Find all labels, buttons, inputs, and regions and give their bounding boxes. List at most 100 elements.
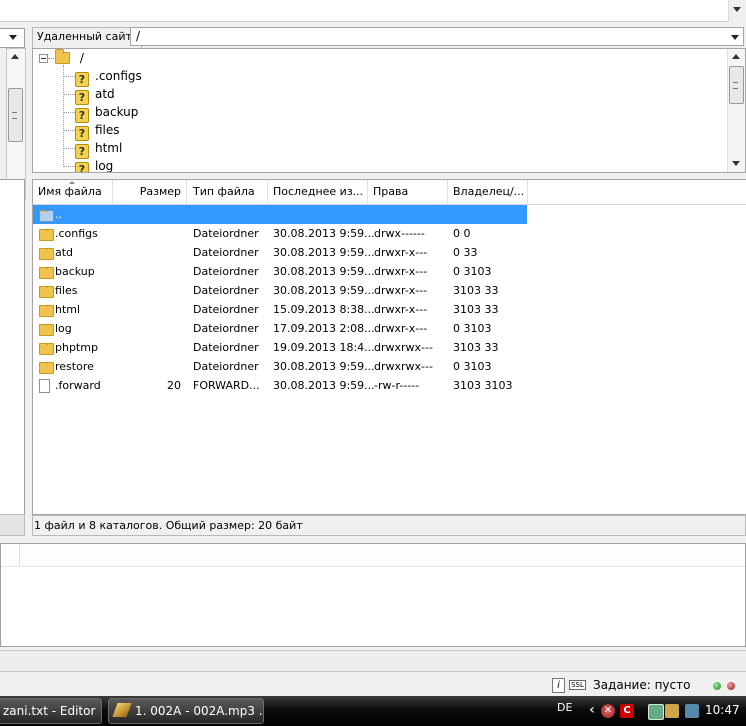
queue-header: [1, 544, 745, 567]
folder-icon: [39, 324, 54, 336]
tray-network-icon[interactable]: [648, 704, 664, 720]
table-row[interactable]: phptmp Dateiordner 19.09.2013 18:4... drwxr…: [33, 338, 527, 357]
tree-item-atd[interactable]: ? atd: [75, 85, 115, 105]
tree-scrollbar[interactable]: [727, 49, 745, 172]
tree-item-label: atd: [95, 87, 115, 101]
tray-antivirus-icon[interactable]: C: [620, 704, 634, 718]
column-header-size[interactable]: Размер: [113, 180, 187, 204]
cell-modified: 30.08.2013 9:59...: [273, 265, 375, 278]
tree-root-label: /: [79, 51, 84, 65]
cell-owner: 0 33: [453, 246, 478, 259]
taskbar-button-mp3[interactable]: 1. 002A - 002A.mp3 ...: [108, 698, 264, 724]
tree-item-configs[interactable]: ? .configs: [75, 67, 142, 87]
tree-scroll-up[interactable]: [728, 49, 744, 65]
column-header-owner[interactable]: Владелец/...: [448, 180, 528, 204]
taskbar-button-label: 1. 002A - 002A.mp3 ...: [135, 704, 264, 718]
column-header-label: Последнее из...: [273, 185, 364, 198]
remote-site-bar: Удаленный сайт: /: [32, 26, 746, 50]
cell-modified: 30.08.2013 9:59...: [273, 379, 375, 392]
cell-perms: drwxrwx---: [374, 341, 433, 354]
local-status-line: [0, 514, 25, 536]
cell-owner: 0 3103: [453, 322, 492, 335]
cell-name: files: [55, 284, 78, 297]
remote-directory-tree[interactable]: / ? .configs ? atd ? backup ? files ? html ? l…: [32, 48, 746, 173]
local-site-dropdown[interactable]: [0, 28, 25, 48]
app-status-bar: i SSL Задание: пусто: [0, 674, 746, 696]
tree-scroll-down[interactable]: [728, 156, 744, 172]
recv-led-icon: [713, 682, 721, 690]
cell-owner: 3103 3103: [453, 379, 513, 392]
folder-icon: [39, 229, 54, 241]
table-row[interactable]: files Dateiordner 30.08.2013 9:59... drwxr-…: [33, 281, 527, 300]
transfer-queue[interactable]: [0, 543, 746, 647]
cell-owner: 3103 33: [453, 284, 499, 297]
cell-type: Dateiordner: [193, 265, 259, 278]
tree-scroll-thumb[interactable]: [729, 66, 744, 104]
table-row[interactable]: atd Dateiordner 30.08.2013 9:59... drwxr-x-…: [33, 243, 527, 262]
local-file-list[interactable]: [0, 179, 25, 514]
folder-icon: [39, 305, 54, 317]
folder-icon: [39, 343, 54, 355]
folder-open-icon: [55, 49, 70, 64]
language-indicator[interactable]: DE: [557, 701, 572, 714]
cell-owner: 0 3103: [453, 265, 492, 278]
tree-collapse-toggle[interactable]: [39, 54, 48, 63]
cell-perms: drwxr-x---: [374, 284, 428, 297]
cell-type: FORWARD...: [193, 379, 260, 392]
cell-modified: 19.09.2013 18:4...: [273, 341, 375, 354]
log-indicator-icon[interactable]: i: [552, 678, 565, 693]
tree-item-label: files: [95, 123, 120, 137]
table-row[interactable]: backup Dateiordner 30.08.2013 9:59... drwxr…: [33, 262, 527, 281]
tree-root-item[interactable]: /: [55, 49, 84, 67]
cell-name: ..: [55, 208, 62, 221]
tree-connector: [63, 166, 75, 167]
cell-type: Dateiordner: [193, 227, 259, 240]
remote-file-list[interactable]: Имя файла Размер Тип файла Последнее из.…: [32, 179, 746, 515]
cell-name: html: [55, 303, 81, 316]
message-log: [0, 0, 746, 22]
tray-error-icon[interactable]: ✕: [601, 704, 615, 718]
cell-modified: 15.09.2013 8:38...: [273, 303, 375, 316]
table-row[interactable]: ..: [33, 205, 527, 224]
table-row[interactable]: html Dateiordner 15.09.2013 8:38... drwxr-x…: [33, 300, 527, 319]
column-header-type[interactable]: Тип файла: [188, 180, 268, 204]
local-tree-scrollbar[interactable]: [6, 48, 26, 200]
tray-expand-icon[interactable]: ‹: [585, 703, 599, 718]
send-led-icon: [727, 682, 735, 690]
tray-volume-icon[interactable]: [685, 704, 699, 718]
cell-name: .forward: [55, 379, 101, 392]
tree-item-log[interactable]: ? log: [75, 157, 113, 172]
tray-shield-icon[interactable]: [665, 704, 679, 718]
message-log-scrollbar[interactable]: [728, 0, 746, 22]
column-header-modified[interactable]: Последнее из...: [268, 180, 368, 204]
table-row[interactable]: log Dateiordner 17.09.2013 2:08... drwxr-x-…: [33, 319, 527, 338]
taskbar-button-editor[interactable]: zani.txt - Editor: [0, 698, 102, 724]
queue-tab-strip[interactable]: [0, 650, 746, 672]
taskbar-clock[interactable]: 10:47: [705, 703, 740, 717]
cell-type: Dateiordner: [193, 303, 259, 316]
cell-owner: 0 3103: [453, 360, 492, 373]
cell-modified: 30.08.2013 9:59...: [273, 284, 375, 297]
folder-icon: [39, 362, 54, 374]
table-row[interactable]: restore Dateiordner 30.08.2013 9:59... drwx…: [33, 357, 527, 376]
column-header-name[interactable]: Имя файла: [33, 180, 113, 204]
table-row[interactable]: .configs Dateiordner 30.08.2013 9:59... drw…: [33, 224, 527, 243]
tree-item-files[interactable]: ? files: [75, 121, 120, 141]
cell-perms: drwxr-x---: [374, 246, 428, 259]
remote-path-input[interactable]: /: [130, 27, 744, 46]
table-row[interactable]: .forward 20 FORWARD... 30.08.2013 9:59... -r…: [33, 376, 527, 395]
column-header-permissions[interactable]: Права: [368, 180, 448, 204]
folder-icon: [39, 248, 54, 260]
file-list-header: Имя файла Размер Тип файла Последнее из.…: [33, 180, 746, 205]
cell-modified: 17.09.2013 2:08...: [273, 322, 375, 335]
remote-site-label: Удаленный сайт:: [32, 27, 142, 50]
tree-connector: [63, 148, 75, 149]
tree-connector-vertical: [63, 65, 64, 165]
cell-modified: 30.08.2013 9:59...: [273, 360, 375, 373]
local-tree-scroll-thumb[interactable]: [8, 88, 23, 142]
local-tree-scroll-up[interactable]: [7, 49, 23, 65]
tree-item-backup[interactable]: ? backup: [75, 103, 138, 123]
cell-perms: drwxr-x---: [374, 322, 428, 335]
cell-type: Dateiordner: [193, 284, 259, 297]
tree-item-html[interactable]: ? html: [75, 139, 122, 159]
